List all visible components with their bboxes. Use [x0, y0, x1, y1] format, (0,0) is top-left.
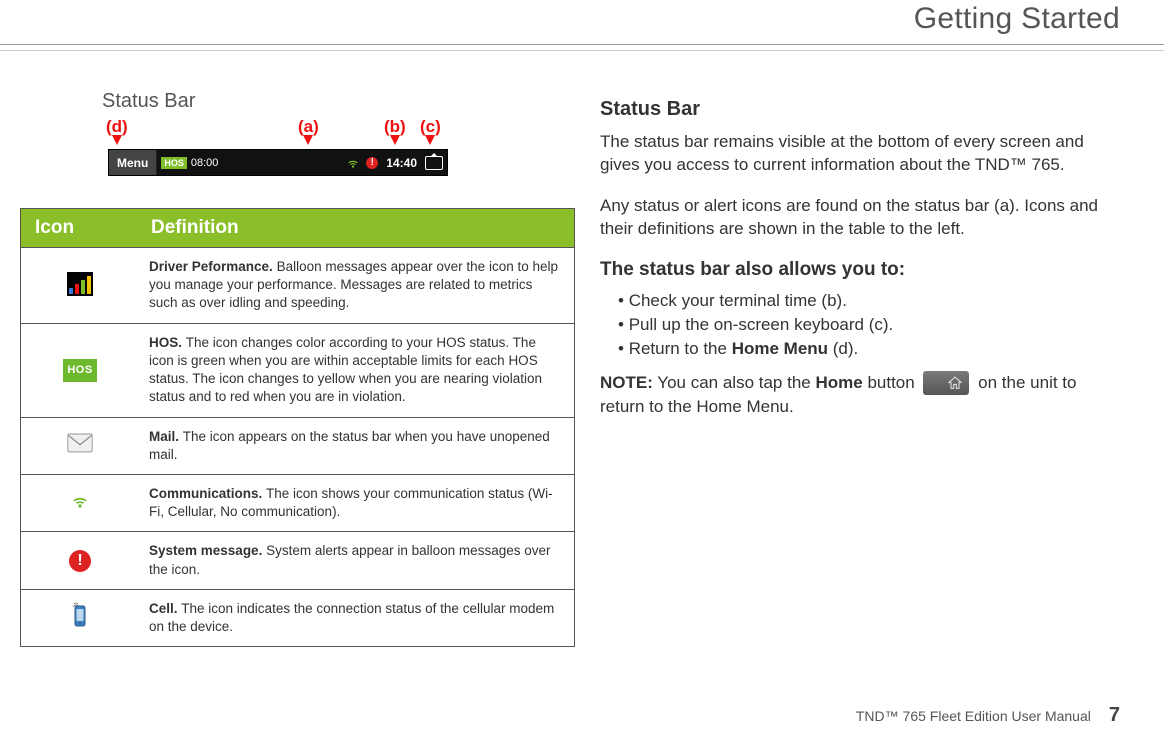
right-column: Status Bar The status bar remains visibl… [600, 98, 1120, 419]
hos-icon: HOS [63, 359, 96, 382]
figure-comm-icon [346, 156, 360, 170]
callout-a: (a) [298, 117, 319, 145]
home-button-graphic [923, 371, 969, 395]
table-row: ! System message. System alerts appear i… [21, 532, 575, 589]
table-row: HOS HOS. The icon changes color accordin… [21, 323, 575, 417]
section-title: Getting Started [914, 2, 1120, 36]
icon-definition-table: Icon Definition Driver Peformance. Ballo… [20, 208, 575, 647]
callout-d: (d) [106, 117, 128, 145]
status-bar-subheading: The status bar also allows you to: [600, 259, 1120, 281]
header-rule [0, 44, 1164, 45]
table-header-icon: Icon [21, 209, 140, 248]
status-bar-bullets: Check your terminal time (b). Pull up th… [618, 291, 1120, 359]
page-footer: TND™ 765 Fleet Edition User Manual 7 [856, 704, 1120, 727]
callout-c: (c) [420, 117, 441, 145]
figure-warn-icon: ! [366, 157, 378, 169]
callout-b: (b) [384, 117, 406, 145]
manual-title: TND™ 765 Fleet Edition User Manual [856, 708, 1091, 724]
status-bar-heading: Status Bar [600, 98, 1120, 121]
list-item: Check your terminal time (b). [618, 291, 1120, 311]
status-bar-figure: Menu HOS 08:00 ! 14:40 [108, 149, 448, 176]
status-bar-paragraph-1: The status bar remains visible at the bo… [600, 131, 1120, 177]
header-rule-thin [0, 50, 1164, 51]
definition-title: System message. [149, 543, 266, 558]
table-row: Driver Peformance. Balloon messages appe… [21, 248, 575, 324]
definition-body: The icon appears on the status bar when … [149, 429, 550, 462]
communications-icon [65, 491, 95, 515]
list-item: Return to the Home Menu (d). [618, 339, 1120, 359]
mail-icon [65, 433, 95, 457]
figure-callout-labels: (d) (a) (b) (c) [108, 117, 448, 149]
definition-title: Cell. [149, 601, 181, 616]
driver-performance-icon [67, 272, 93, 296]
page-number: 7 [1109, 704, 1120, 727]
definition-title: Communications. [149, 486, 266, 501]
system-message-icon: ! [69, 550, 91, 572]
cell-icon [65, 602, 95, 626]
table-row: Communications. The icon shows your comm… [21, 474, 575, 531]
figure-clock: 14:40 [386, 156, 417, 170]
definition-body: The icon indicates the connection status… [149, 601, 554, 634]
table-header-definition: Definition [139, 209, 575, 248]
list-item: Pull up the on-screen keyboard (c). [618, 315, 1120, 335]
figure-keyboard-icon [425, 156, 443, 170]
definition-title: Driver Peformance. [149, 259, 277, 274]
table-row: Mail. The icon appears on the status bar… [21, 417, 575, 474]
definition-title: HOS. [149, 335, 186, 350]
figure-caption: Status Bar [102, 90, 575, 113]
definition-body: The icon changes color according to your… [149, 335, 542, 405]
figure-hos-time: 08:00 [191, 157, 219, 169]
definition-title: Mail. [149, 429, 183, 444]
status-bar-paragraph-2: Any status or alert icons are found on t… [600, 195, 1120, 241]
note: NOTE: You can also tap the Home button o… [600, 371, 1120, 419]
figure-hos-badge: HOS [161, 157, 187, 169]
table-row: Cell. The icon indicates the connection … [21, 589, 575, 646]
figure-menu-label: Menu [109, 150, 157, 175]
left-column: Status Bar (d) (a) (b) (c) Menu HOS 08:0… [20, 90, 575, 647]
